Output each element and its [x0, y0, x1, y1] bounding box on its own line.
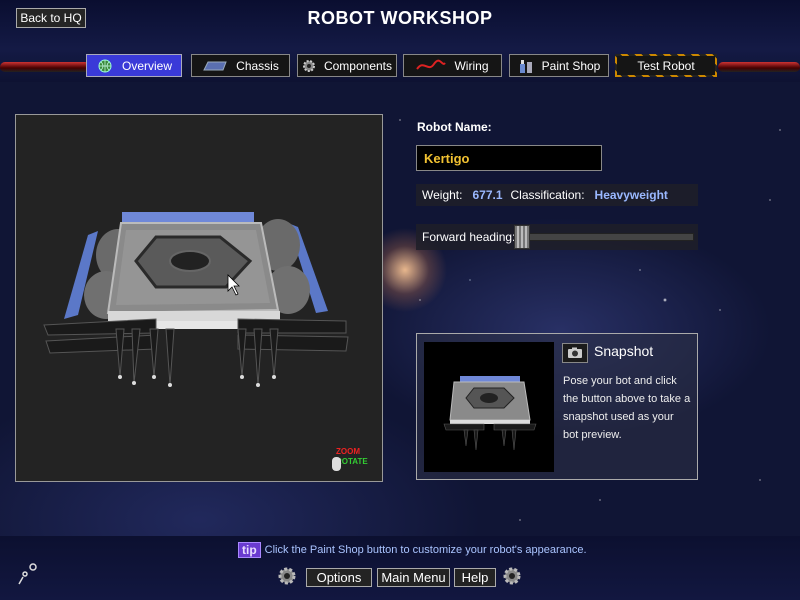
tab-label: Chassis [236, 58, 279, 73]
forward-heading-slider[interactable] [514, 233, 694, 241]
logo-icon [18, 563, 37, 585]
chassis-icon [202, 59, 228, 73]
zoom-hint: ZOOM [336, 447, 360, 456]
snapshot-panel: Snapshot Pose your bot and click the but… [416, 333, 698, 480]
forward-heading-slider-thumb[interactable] [514, 225, 530, 249]
snapshot-title: Snapshot [594, 343, 654, 359]
weight-value: 677.1 [472, 188, 503, 202]
gear-icon [302, 59, 316, 73]
page-title: ROBOT WORKSHOP [307, 8, 493, 28]
weight-label: Weight: [422, 188, 463, 202]
tip-bar: tip Click the Paint Shop button to custo… [238, 542, 587, 558]
tab-label: Paint Shop [541, 58, 601, 73]
tab-components[interactable]: Components [297, 54, 397, 77]
back-to-hq-button[interactable]: Back to HQ [16, 8, 86, 28]
snapshot-description: Pose your bot and click the button above… [563, 375, 691, 441]
tab-label: Components [323, 58, 393, 73]
tab-label: Overview [121, 58, 172, 73]
snapshot-preview-image [424, 342, 554, 472]
robot-model-render [43, 212, 349, 387]
tab-chassis[interactable]: Chassis [191, 54, 290, 77]
tab-paint-shop[interactable]: Paint Shop [509, 54, 609, 77]
decorative-cable-left [0, 62, 90, 72]
robot-stats-row: Weight: 677.1 Classification: Heavyweigh… [416, 184, 698, 206]
classification-value: Heavyweight [594, 188, 668, 202]
decorative-cable-right [718, 62, 800, 72]
classification-label: Classification: [510, 188, 585, 202]
tab-label: Wiring [454, 58, 489, 73]
camera-icon [568, 347, 582, 358]
help-button[interactable]: Help [454, 568, 496, 587]
robot-name-field[interactable]: Kertigo [416, 145, 602, 171]
main-menu-button[interactable]: Main Menu [377, 568, 450, 587]
tip-text: Click the Paint Shop button to customize… [264, 544, 587, 556]
take-snapshot-button[interactable] [562, 343, 588, 363]
tab-wiring[interactable]: Wiring [403, 54, 502, 77]
robot-name-label: Robot Name: [417, 120, 492, 134]
tab-test-robot[interactable]: Test Robot [615, 54, 717, 77]
tab-overview[interactable]: Overview [86, 54, 182, 77]
robot-3d-viewport[interactable]: ZOOM ROTATE [15, 114, 383, 482]
wire-icon [416, 59, 447, 73]
globe-icon [96, 59, 114, 73]
paint-icon [518, 59, 534, 73]
gear-icon [278, 567, 296, 585]
tab-label: Test Robot [637, 58, 695, 73]
options-button[interactable]: Options [306, 568, 372, 587]
tip-badge: tip [238, 542, 261, 558]
forward-heading-label: Forward heading: [422, 230, 516, 244]
mouse-icon [332, 457, 341, 471]
gear-icon [503, 567, 521, 585]
